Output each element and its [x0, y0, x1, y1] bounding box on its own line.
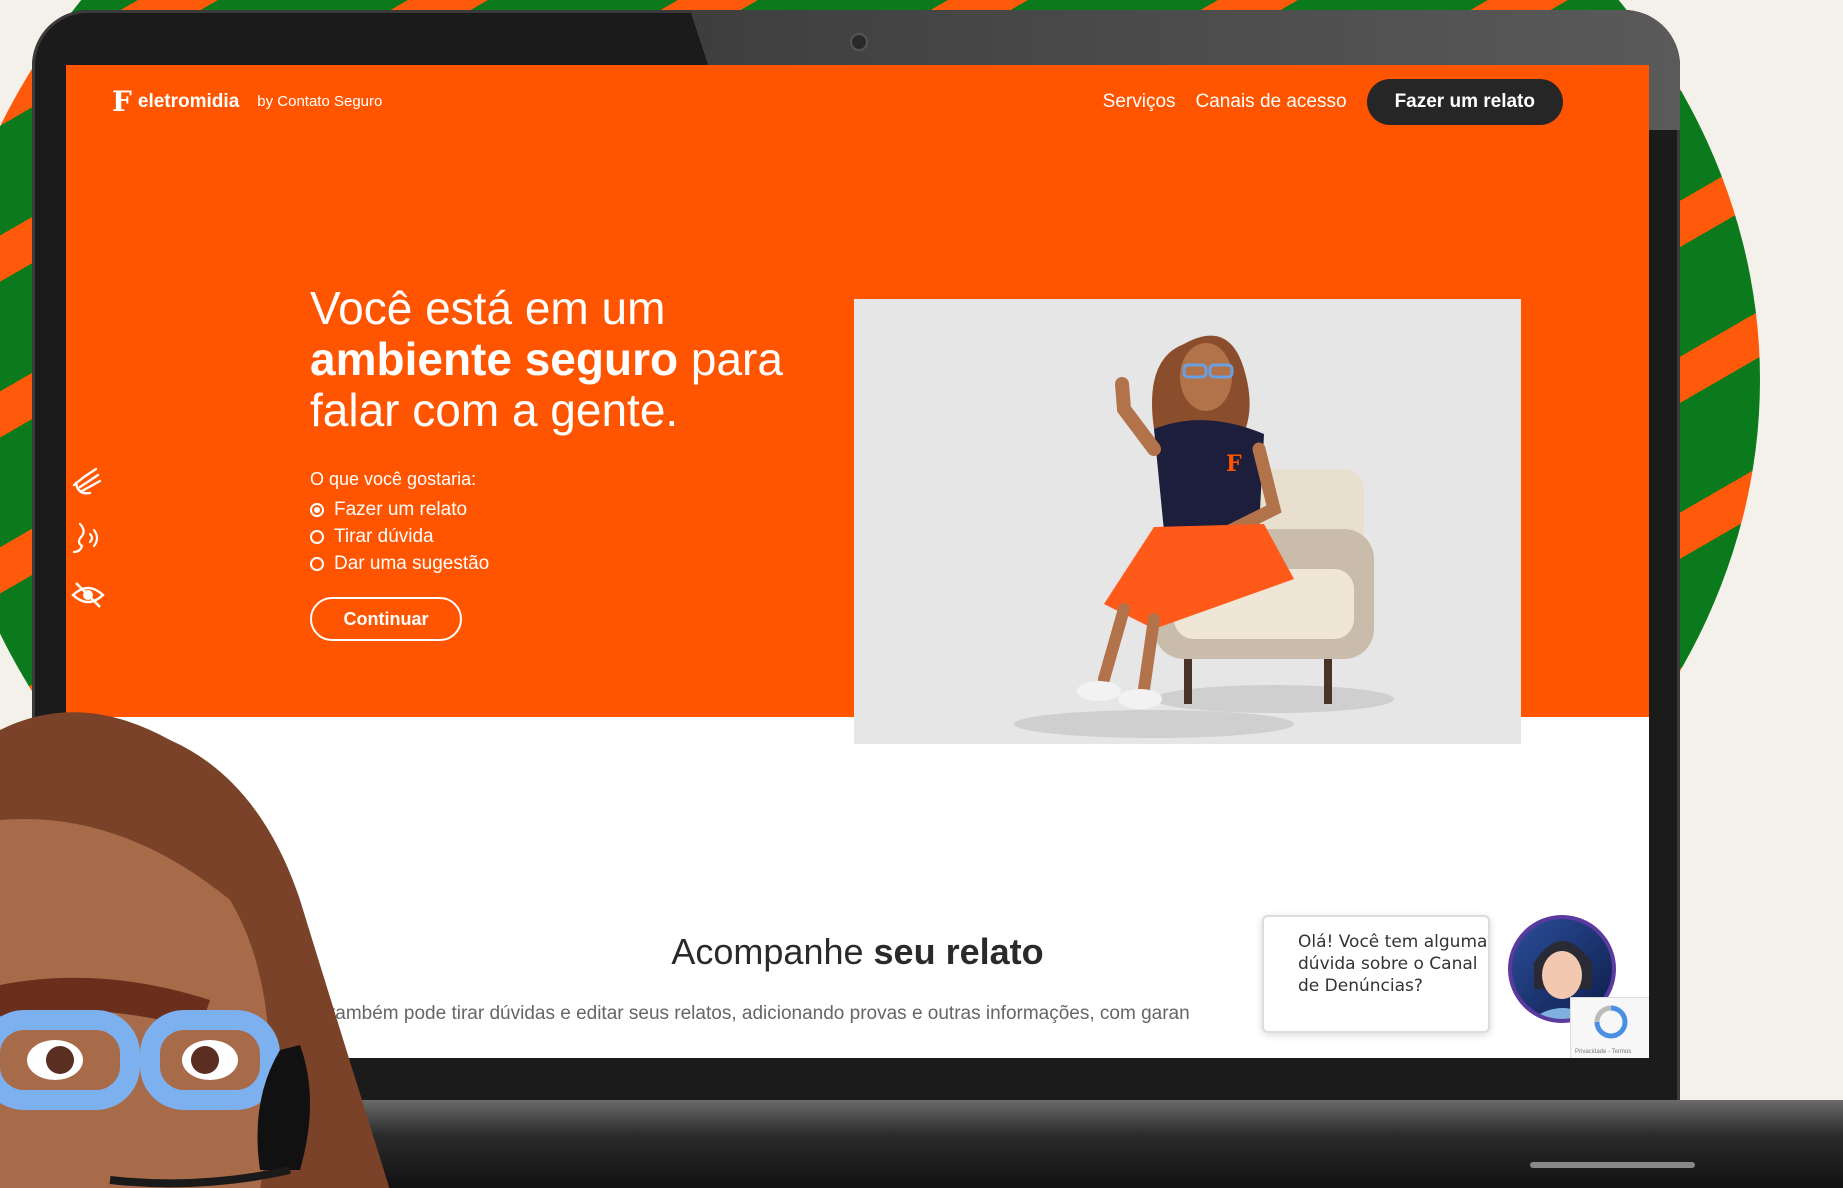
section-title-regular: Acompanhe	[671, 931, 864, 972]
radio-selected-icon[interactable]	[310, 503, 324, 517]
option-label: Dar uma sugestão	[334, 553, 490, 574]
option-label: Tirar dúvida	[334, 526, 434, 547]
section-title-bold: seu relato	[873, 931, 1044, 972]
marketing-stage: F eletromidia by Contato Seguro Serviços…	[0, 0, 1843, 1188]
option-tirar-duvida[interactable]: Tirar dúvida	[310, 526, 434, 548]
support-agent-illustration	[0, 712, 390, 1188]
radio-icon[interactable]	[310, 557, 324, 571]
brand-mark-icon: F	[112, 85, 132, 118]
headline-line1: Você está em um	[310, 282, 666, 334]
brand-by: by Contato Seguro	[257, 93, 383, 110]
low-vision-icon[interactable]	[70, 577, 106, 613]
brand-logo[interactable]: F eletromidia by Contato Seguro	[112, 85, 382, 118]
headline-rest: para	[690, 333, 783, 385]
brand-name: eletromidia	[137, 90, 240, 112]
section-subtitle: também pode tirar dúvidas e editar seus …	[330, 1003, 1190, 1024]
fazer-relato-button[interactable]: Fazer um relato	[1366, 79, 1563, 125]
audio-description-icon[interactable]	[70, 520, 106, 556]
headline-bold: ambiente seguro	[310, 333, 679, 385]
options-question: O que você gostaria:	[310, 469, 477, 489]
top-nav: Serviços Canais de acesso Fazer um relat…	[1103, 79, 1563, 125]
recaptcha-badge[interactable]: Privacidade - Termos	[1570, 997, 1649, 1058]
chat-bubble[interactable]: Olá! Você tem alguma dúvida sobre o Cana…	[1262, 915, 1490, 1033]
option-dar-sugestao[interactable]: Dar uma sugestão	[310, 553, 489, 575]
radio-icon[interactable]	[310, 530, 324, 544]
recaptcha-text: Privacidade - Termos	[1575, 1049, 1632, 1055]
nav-servicos[interactable]: Serviços	[1103, 91, 1176, 113]
hero-headline: Você está em um ambiente seguro para fal…	[310, 283, 850, 436]
woman-in-armchair-illustration: F	[1014, 335, 1394, 738]
option-label: Fazer um relato	[334, 499, 468, 520]
webcam-icon	[850, 33, 868, 51]
continuar-button[interactable]: Continuar	[310, 597, 462, 641]
headline-line3: falar com a gente.	[310, 384, 679, 436]
laptop-notch	[1530, 1162, 1695, 1168]
option-fazer-relato[interactable]: Fazer um relato	[310, 499, 467, 521]
hero-illustration: F	[854, 299, 1521, 744]
nav-canais-de-acesso[interactable]: Canais de acesso	[1196, 91, 1347, 113]
recaptcha-icon	[1594, 1005, 1628, 1039]
sign-language-icon[interactable]	[70, 463, 106, 499]
svg-text:F: F	[1226, 451, 1242, 477]
